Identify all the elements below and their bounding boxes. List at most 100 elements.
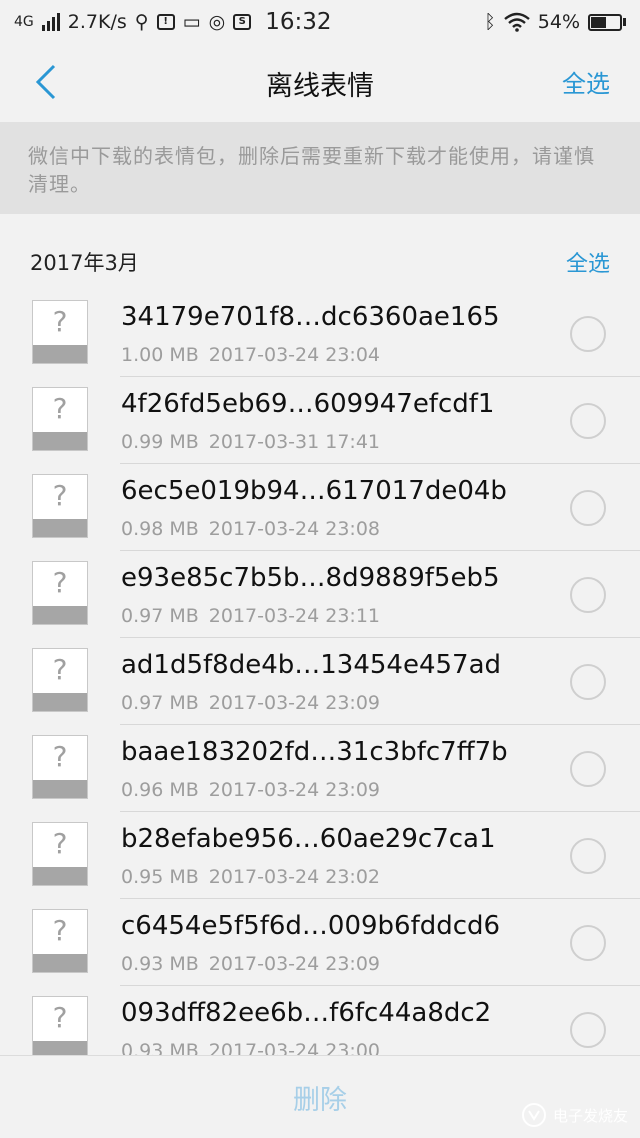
sticker-placeholder-thumbnail: ? — [32, 300, 88, 364]
status-bar: 4G 2.7K/s ⚲ ! ▭ ◎ S 16:32 ᛒ 54% — [0, 0, 640, 44]
browser-icon: ◎ — [208, 11, 226, 33]
item-meta: 0.98 MB 2017-03-24 23:08 — [121, 518, 380, 540]
item-name: c6454e5f5f6d…009b6fddcd6 — [121, 911, 501, 941]
item-date: 2017-03-24 23:02 — [208, 866, 380, 888]
question-mark-icon: ? — [52, 566, 68, 599]
notice-text: 微信中下载的表情包，删除后需要重新下载才能使用，请谨慎清理。 — [0, 122, 640, 214]
list-item[interactable]: ? baae183202fd…31c3bfc7ff7b 0.96 MB 2017-03… — [0, 725, 640, 812]
item-name: baae183202fd…31c3bfc7ff7b — [121, 737, 508, 767]
sticker-placeholder-thumbnail: ? — [32, 822, 88, 886]
select-radio[interactable] — [570, 577, 606, 613]
select-radio[interactable] — [570, 751, 606, 787]
item-size: 0.95 MB — [121, 866, 199, 888]
item-name: 6ec5e019b94…617017de04b — [121, 476, 507, 506]
network-speed: 2.7K/s — [67, 11, 127, 33]
question-mark-icon: ? — [52, 1001, 68, 1034]
wifi-icon — [503, 12, 530, 32]
list-item[interactable]: ? 4f26fd5eb69…609947efcdf1 0.99 MB 2017-03-… — [0, 377, 640, 464]
sticker-placeholder-thumbnail: ? — [32, 648, 88, 712]
question-mark-icon: ? — [52, 914, 68, 947]
status-left: 4G 2.7K/s ⚲ ! ▭ ◎ S 16:32 — [14, 9, 332, 35]
nav-bar: 离线表情 全选 — [0, 44, 640, 122]
section-header: 2017年3月 全选 — [0, 234, 640, 290]
question-mark-icon: ? — [52, 740, 68, 773]
back-chevron-icon[interactable] — [28, 62, 68, 102]
watermark-logo-icon — [521, 1103, 546, 1127]
nav-select-all-button[interactable]: 全选 — [562, 64, 610, 99]
item-date: 2017-03-24 23:09 — [208, 953, 380, 975]
select-radio[interactable] — [570, 925, 606, 961]
item-meta: 0.97 MB 2017-03-24 23:11 — [121, 605, 380, 627]
list-item[interactable]: ? 34179e701f8…dc6360ae165 1.00 MB 2017-03-2… — [0, 290, 640, 377]
item-name: ad1d5f8de4b…13454e457ad — [121, 650, 502, 680]
item-name: b28efabe956…60ae29c7ca1 — [121, 824, 496, 854]
screen-icon: ▭ — [182, 11, 201, 33]
item-meta: 0.93 MB 2017-03-24 23:09 — [121, 953, 380, 975]
battery-percent: 54% — [537, 11, 580, 33]
network-type: 4G — [14, 14, 34, 30]
watermark: 电子发烧友 — [521, 1102, 628, 1128]
item-size: 0.96 MB — [121, 779, 199, 801]
select-radio[interactable] — [570, 664, 606, 700]
sticker-placeholder-thumbnail: ? — [32, 387, 88, 451]
item-size: 0.97 MB — [121, 605, 199, 627]
sticker-placeholder-thumbnail: ? — [32, 909, 88, 973]
item-size: 0.93 MB — [121, 1040, 199, 1055]
select-radio[interactable] — [570, 838, 606, 874]
item-meta: 0.95 MB 2017-03-24 23:02 — [121, 866, 380, 888]
list-item[interactable]: ? c6454e5f5f6d…009b6fddcd6 0.93 MB 2017-03-… — [0, 899, 640, 986]
select-radio[interactable] — [570, 490, 606, 526]
sticker-list: ? 34179e701f8…dc6360ae165 1.00 MB 2017-03-2… — [0, 290, 640, 1055]
sticker-placeholder-thumbnail: ? — [32, 735, 88, 799]
item-name: 34179e701f8…dc6360ae165 — [121, 302, 500, 332]
question-mark-icon: ? — [52, 479, 68, 512]
item-size: 1.00 MB — [121, 344, 199, 366]
item-name: 093dff82ee6b…f6fc44a8dc2 — [121, 998, 492, 1028]
item-meta: 0.99 MB 2017-03-31 17:41 — [121, 431, 380, 453]
item-date: 2017-03-24 23:09 — [208, 779, 380, 801]
item-date: 2017-03-24 23:08 — [208, 518, 380, 540]
item-meta: 0.96 MB 2017-03-24 23:09 — [121, 779, 380, 801]
section-title: 2017年3月 — [30, 251, 139, 275]
item-name: e93e85c7b5b…8d9889f5eb5 — [121, 563, 500, 593]
list-item[interactable]: ? ad1d5f8de4b…13454e457ad 0.97 MB 2017-03-2… — [0, 638, 640, 725]
item-meta: 0.97 MB 2017-03-24 23:09 — [121, 692, 380, 714]
clock: 16:32 — [265, 9, 332, 35]
sticker-placeholder-thumbnail: ? — [32, 474, 88, 538]
delete-button[interactable]: 删除 — [293, 1078, 347, 1117]
item-size: 0.93 MB — [121, 953, 199, 975]
sticker-placeholder-thumbnail: ? — [32, 561, 88, 625]
item-size: 0.98 MB — [121, 518, 199, 540]
bluetooth-icon: ᛒ — [484, 11, 496, 33]
item-date: 2017-03-24 23:04 — [208, 344, 380, 366]
item-size: 0.99 MB — [121, 431, 199, 453]
select-radio[interactable] — [570, 316, 606, 352]
question-mark-icon: ? — [52, 653, 68, 686]
item-date: 2017-03-24 23:11 — [208, 605, 380, 627]
item-meta: 1.00 MB 2017-03-24 23:04 — [121, 344, 380, 366]
list-item[interactable]: ? e93e85c7b5b…8d9889f5eb5 0.97 MB 2017-03-2… — [0, 551, 640, 638]
item-meta: 0.93 MB 2017-03-24 23:00 — [121, 1040, 380, 1055]
question-mark-icon: ? — [52, 392, 68, 425]
question-mark-icon: ? — [52, 305, 68, 338]
watermark-text: 电子发烧友 — [552, 1106, 628, 1125]
item-size: 0.97 MB — [121, 692, 199, 714]
section-select-all-button[interactable]: 全选 — [566, 246, 610, 278]
list-item[interactable]: ? b28efabe956…60ae29c7ca1 0.95 MB 2017-03-2… — [0, 812, 640, 899]
item-date: 2017-03-24 23:09 — [208, 692, 380, 714]
item-name: 4f26fd5eb69…609947efcdf1 — [121, 389, 495, 419]
select-radio[interactable] — [570, 1012, 606, 1048]
signal-icon — [41, 13, 60, 31]
list-item[interactable]: ? 093dff82ee6b…f6fc44a8dc2 0.93 MB 2017-03-… — [0, 986, 640, 1055]
usb-icon: ⚲ — [134, 11, 149, 33]
question-mark-icon: ? — [52, 827, 68, 860]
bottom-bar: 删除 电子发烧友 — [0, 1055, 640, 1138]
list-item[interactable]: ? 6ec5e019b94…617017de04b 0.98 MB 2017-03-2… — [0, 464, 640, 551]
page-title: 离线表情 — [266, 70, 374, 102]
item-date: 2017-03-31 17:41 — [208, 431, 380, 453]
item-date: 2017-03-24 23:00 — [208, 1040, 380, 1055]
select-radio[interactable] — [570, 403, 606, 439]
notification-icon-1: ! — [156, 14, 175, 30]
battery-icon — [588, 13, 626, 31]
notification-icon-2: S — [233, 14, 252, 30]
